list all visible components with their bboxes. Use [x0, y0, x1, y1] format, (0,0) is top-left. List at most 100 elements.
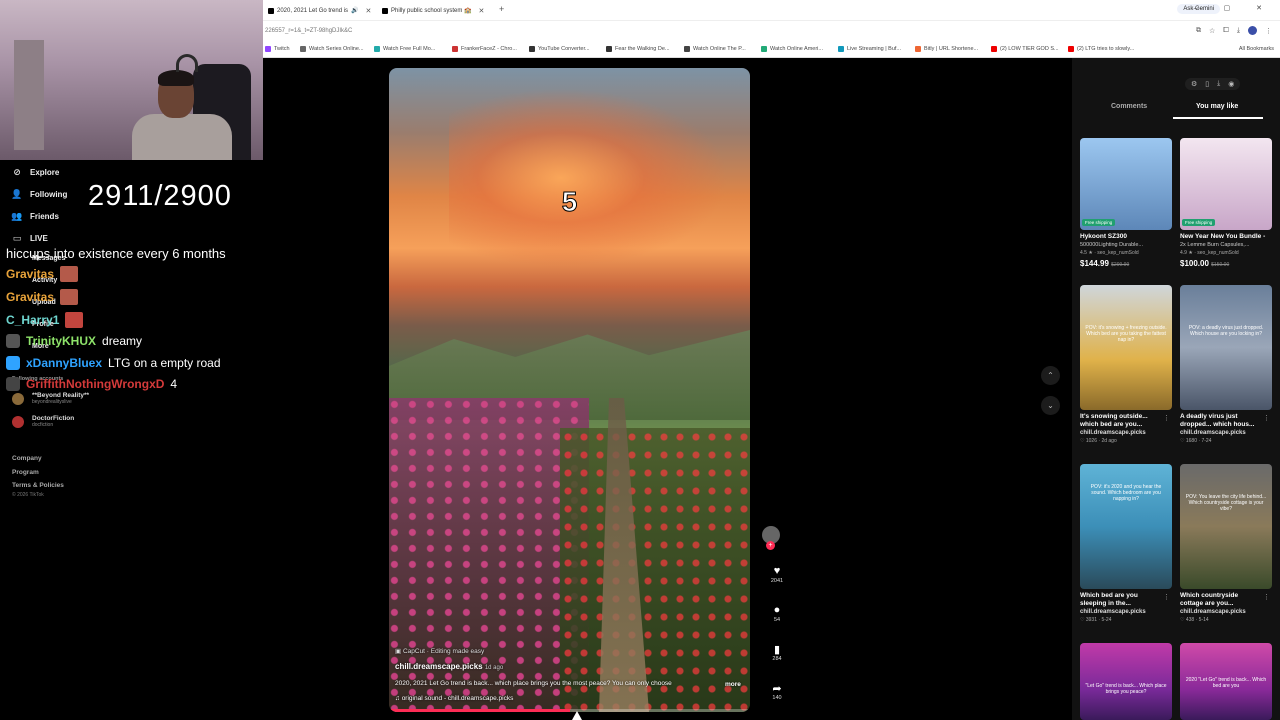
- browser-tab-active[interactable]: 2020, 2021 Let Go trend is 🔊 ✕: [263, 3, 377, 18]
- close-tab-icon[interactable]: ✕: [479, 7, 485, 15]
- tab-comments[interactable]: Comments: [1111, 103, 1147, 110]
- red-flowers: [560, 428, 750, 712]
- sidebar-item-following[interactable]: 👤 Following: [11, 188, 67, 199]
- chat-username: GriffithNothingWrongxD: [26, 377, 165, 391]
- cast-icon[interactable]: ⧉: [1196, 27, 1201, 35]
- chat-username: Gravitas: [6, 290, 55, 304]
- capcut-tag[interactable]: ▣ CapCut · Editing made easy: [395, 647, 484, 655]
- globe-icon: [374, 46, 380, 52]
- share-button[interactable]: ➦ 140: [770, 681, 784, 702]
- bookmark[interactable]: YouTube Converter...: [529, 46, 590, 52]
- globe-icon: [300, 46, 306, 52]
- new-tab-button[interactable]: +: [499, 4, 504, 14]
- download-icon[interactable]: ⤓: [1217, 80, 1220, 88]
- sidebar-item-explore[interactable]: ⊘ Explore: [12, 167, 59, 177]
- video-thumbnail: POV: it's snowing + freezing outside. Wh…: [1080, 285, 1172, 410]
- comment-button[interactable]: ● 54: [770, 603, 784, 623]
- video-author[interactable]: chill.dreamscape.picks 1d ago: [395, 662, 503, 671]
- download-icon[interactable]: ⤓: [1237, 27, 1240, 35]
- comment-icon: ●: [773, 604, 781, 616]
- video-sound[interactable]: ♫ original sound - chill.dreamscape.pick…: [395, 695, 513, 702]
- previous-video-button[interactable]: ⌃: [1041, 366, 1060, 385]
- following-icon: 👤: [11, 188, 23, 199]
- video-card[interactable]: POV: You leave the city life behind... W…: [1180, 464, 1272, 623]
- phone-icon[interactable]: ▯: [1205, 80, 1209, 88]
- video-card[interactable]: POV: it's 2020 and you hear the sound. W…: [1080, 464, 1172, 623]
- video-progress-bar[interactable]: [389, 709, 750, 712]
- share-icon: ➦: [772, 682, 782, 695]
- bookmark[interactable]: Watch Online Ameri...: [761, 46, 823, 52]
- product-card[interactable]: Free shipping Hykoont SZ300 500000Lighti…: [1080, 138, 1172, 268]
- bitly-icon: [915, 46, 921, 52]
- tab-you-may-like[interactable]: You may like: [1196, 103, 1238, 110]
- save-button[interactable]: ▮ 284: [770, 642, 784, 663]
- video-card[interactable]: POV: it's snowing + freezing outside. Wh…: [1080, 285, 1172, 444]
- video-card[interactable]: "Let Go" trend is back... Which place br…: [1080, 643, 1172, 720]
- window-controls[interactable]: – ▢ ✕: [1194, 4, 1274, 12]
- bookmark[interactable]: (2) LOW TIER GOD S...: [991, 46, 1059, 52]
- chat-message: Gravitas: [6, 289, 79, 305]
- globe-icon: [529, 46, 535, 52]
- video-thumbnail: POV: it's 2020 and you hear the sound. W…: [1080, 464, 1172, 589]
- video-card[interactable]: POV: a deadly virus just dropped. Which …: [1180, 285, 1272, 444]
- bookmark[interactable]: Watch Online The P...: [684, 46, 746, 52]
- bookmark[interactable]: FrankerFaceZ - Chro...: [452, 46, 517, 52]
- kebab-menu-icon[interactable]: ⋮: [1263, 593, 1270, 601]
- video-card[interactable]: 2020 "Let Go" trend is back... Which bed…: [1180, 643, 1272, 720]
- product-card[interactable]: Free shipping New Year New You Bundle - …: [1180, 138, 1272, 268]
- streamer-body: [132, 114, 232, 160]
- share-count: 140: [772, 695, 782, 701]
- active-tab-indicator: [1173, 117, 1263, 119]
- video-player[interactable]: 5 ▣ CapCut · Editing made easy chill.dre…: [389, 68, 750, 712]
- kebab-menu-icon[interactable]: ⋮: [1163, 414, 1170, 422]
- tab-title: Philly public school system 🏫: [391, 8, 472, 14]
- all-bookmarks[interactable]: All Bookmarks: [1239, 46, 1274, 52]
- friends-icon: 👥: [11, 210, 23, 221]
- browser-tab[interactable]: Philly public school system 🏫 ✕: [377, 3, 489, 18]
- sidebar-item-friends[interactable]: 👥 Friends: [11, 210, 59, 221]
- followed-account[interactable]: **Beyond Reality** beyondrealityslive: [12, 392, 89, 405]
- profile-icon[interactable]: ◉: [1228, 80, 1234, 88]
- cat-tree: [14, 40, 44, 150]
- heart-icon: ♥: [773, 565, 781, 577]
- bookmark[interactable]: Watch Series Online...: [300, 46, 364, 52]
- live-icon: ▭: [12, 232, 22, 243]
- next-video-button[interactable]: ⌄: [1041, 396, 1060, 415]
- tab-title: 2020, 2021 Let Go trend is: [277, 7, 349, 14]
- close-tab-icon[interactable]: ✕: [366, 7, 372, 15]
- chat-text: 4: [170, 377, 178, 391]
- star-icon[interactable]: ☆: [1209, 27, 1215, 35]
- avatar: [12, 415, 24, 428]
- kebab-menu-icon[interactable]: ⋮: [1163, 593, 1170, 601]
- twitch-icon: [265, 46, 271, 52]
- bookmark[interactable]: Twitch: [265, 46, 290, 52]
- kebab-menu-icon[interactable]: ⋮: [1263, 414, 1270, 422]
- footer-link-terms[interactable]: Terms & Policies: [12, 479, 64, 493]
- chat-badge-icon: [6, 356, 20, 370]
- bookmark[interactable]: Bitly | URL Shortene...: [915, 46, 978, 52]
- like-button[interactable]: ♥ 2041: [770, 564, 784, 584]
- extensions-icon[interactable]: ⧠: [1223, 27, 1229, 35]
- footer-link-program[interactable]: Program: [12, 466, 64, 480]
- more-button[interactable]: more: [725, 681, 741, 688]
- like-count: 2041: [770, 578, 784, 584]
- bookmark[interactable]: Live Streaming | Buf...: [838, 46, 901, 52]
- speaker-icon[interactable]: 🔊: [351, 7, 358, 14]
- globe-icon: [761, 46, 767, 52]
- follow-plus-icon[interactable]: +: [766, 541, 775, 550]
- tiktok-icon: [268, 7, 274, 14]
- sidebar-item-live[interactable]: ▭ LIVE: [12, 233, 48, 243]
- video-thumbnail: POV: a deadly virus just dropped. Which …: [1180, 285, 1272, 410]
- kebab-menu-icon[interactable]: ⋮: [1265, 27, 1272, 35]
- copyright: © 2026 TikTok: [12, 492, 44, 498]
- profile-avatar[interactable]: [1248, 26, 1257, 35]
- settings-icon[interactable]: ⚙: [1191, 80, 1197, 88]
- footer-link-company[interactable]: Company: [12, 452, 64, 466]
- url-text[interactable]: 226557_r=1&_t=ZT-98hgDJIk&C: [265, 28, 352, 34]
- youtube-icon: [1068, 46, 1074, 52]
- address-bar[interactable]: 226557_r=1&_t=ZT-98hgDJIk&C ⧉ ☆ ⧠ ⤓ ⋮: [263, 20, 1280, 42]
- bookmark[interactable]: Watch Free Full Mo...: [374, 46, 435, 52]
- followed-account[interactable]: DoctorFiction docfiction: [12, 415, 74, 428]
- bookmark[interactable]: Fear the Walking De...: [606, 46, 670, 52]
- bookmark[interactable]: (2) LTG tries to slowly...: [1068, 46, 1134, 52]
